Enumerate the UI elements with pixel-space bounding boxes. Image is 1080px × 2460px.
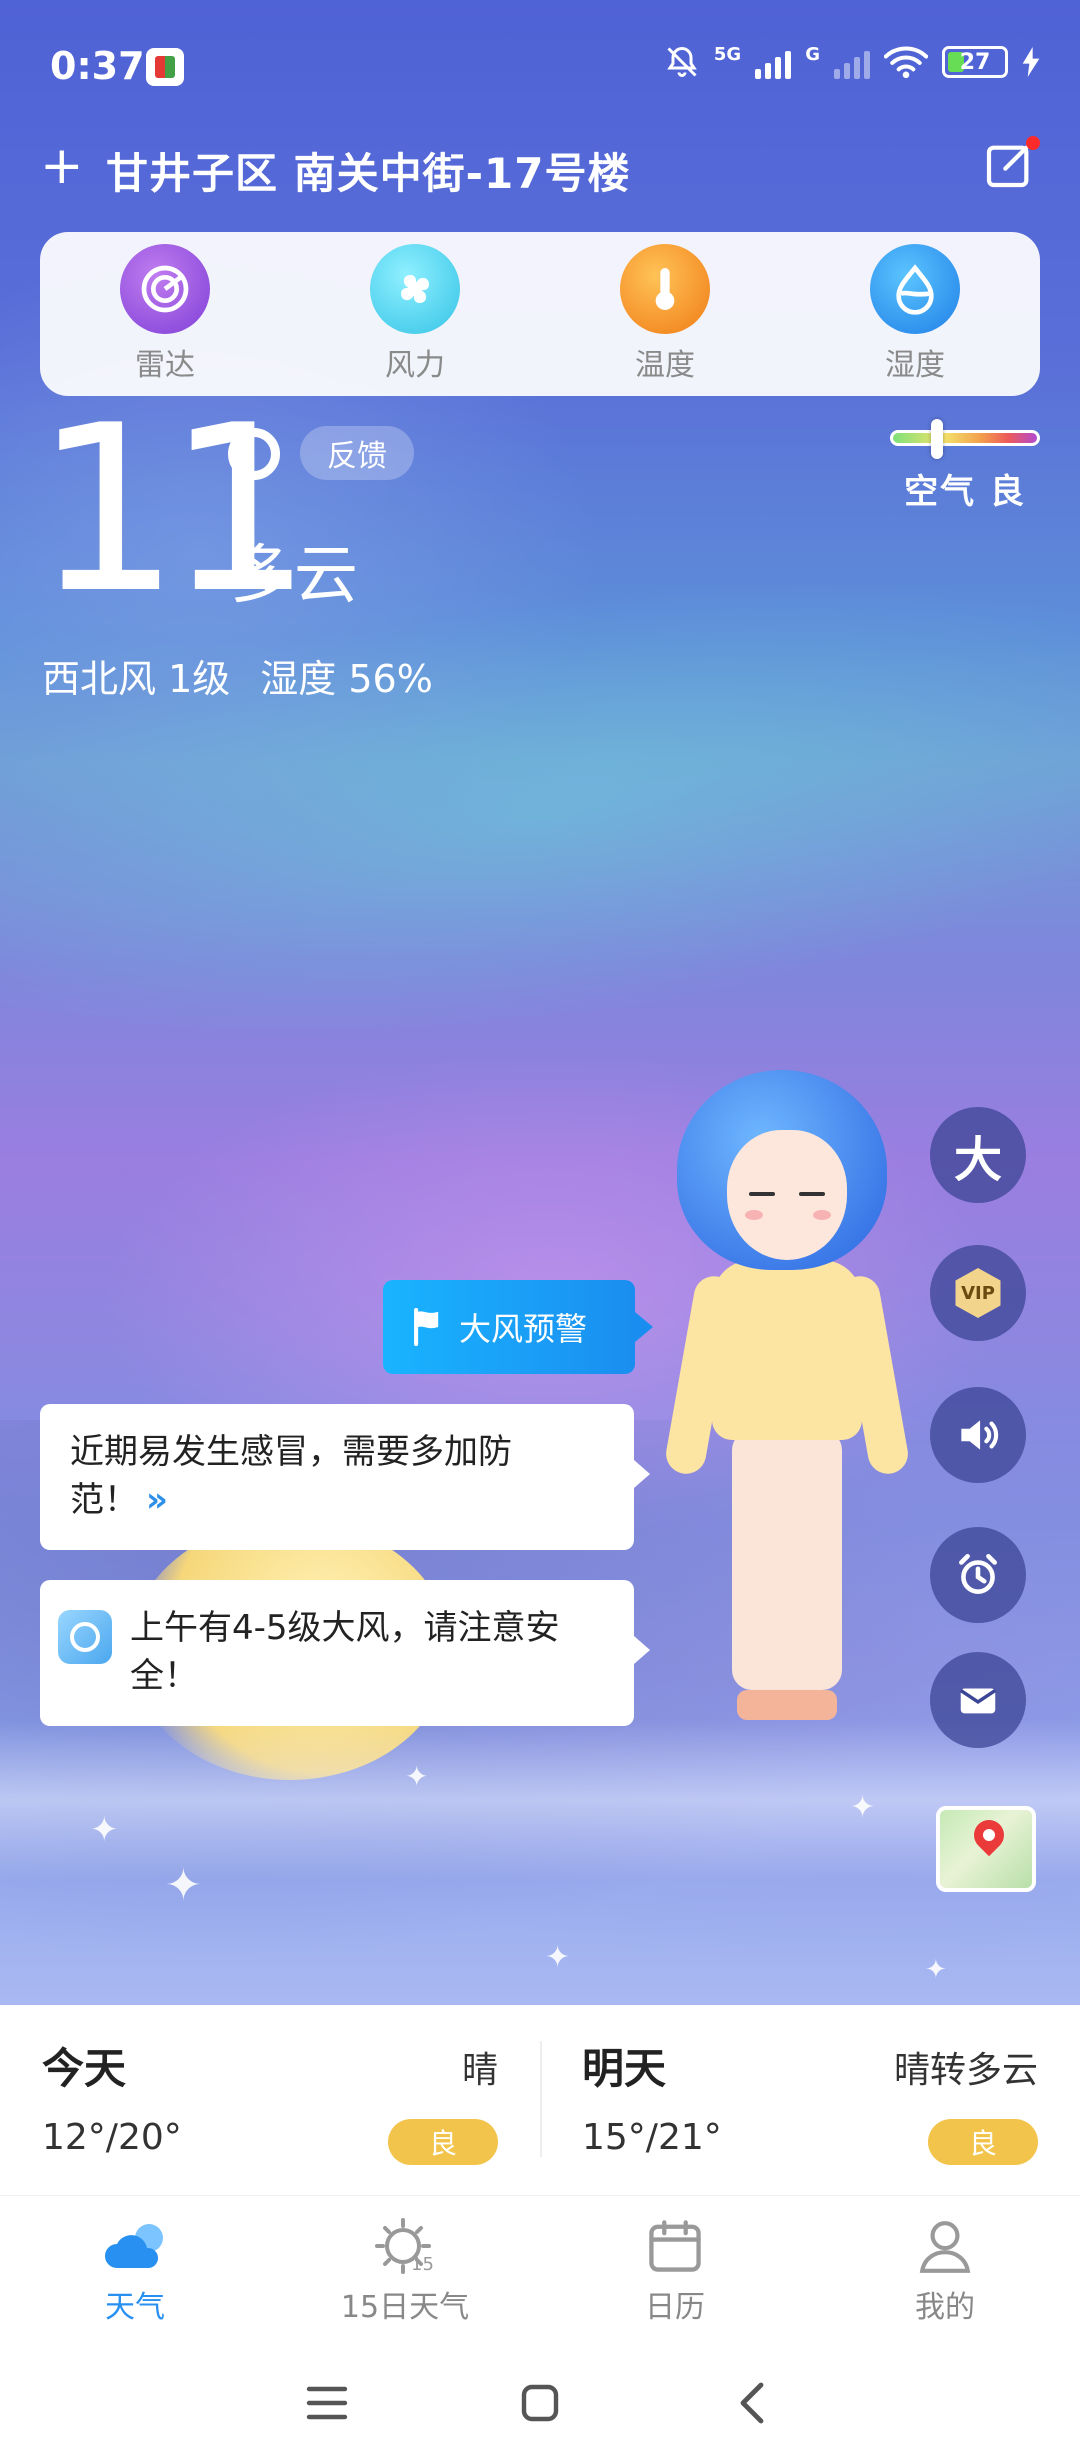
alarm-clock-icon: [959, 1553, 997, 1594]
alarm-button[interactable]: [930, 1527, 1026, 1623]
fan-icon: [370, 244, 460, 334]
map-button[interactable]: [936, 1806, 1036, 1892]
wind-warning-badge[interactable]: 大风预警: [383, 1280, 653, 1374]
day-name: 明天: [582, 2044, 667, 2093]
wind-alert-bubble[interactable]: 上午有4-5级大风，请注意安全！: [40, 1580, 650, 1726]
day-condition: 晴转多云: [893, 2050, 1038, 2091]
battery-icon: 27: [942, 46, 1008, 78]
vip-button[interactable]: VIP: [930, 1245, 1026, 1341]
cloud-band: [0, 1720, 1080, 1880]
tool-label: 风力: [385, 348, 445, 383]
cloud-icon: [100, 2216, 170, 2276]
mail-icon: [959, 1688, 997, 1714]
day-temperature: 12°/20°: [42, 2117, 182, 2158]
wind-info: 西北风 1级: [42, 657, 231, 701]
menu-icon[interactable]: [297, 2373, 357, 2433]
location-name[interactable]: 甘井子区 南关中街-17号楼: [106, 140, 631, 201]
avatar-character[interactable]: [662, 1070, 912, 1750]
alert-text: 上午有4-5级大风，请注意安全！: [130, 1608, 560, 1696]
signal-icon: [755, 45, 792, 79]
star-icon: ✦: [545, 1940, 571, 1975]
nav-label: 日历: [645, 2289, 705, 2325]
message-button[interactable]: [930, 1652, 1026, 1748]
tool-humidity[interactable]: 湿度: [825, 244, 1005, 384]
humidity-info: 湿度 56%: [260, 657, 433, 701]
nav-calendar[interactable]: 日历: [540, 2196, 810, 2345]
day-condition: 晴: [461, 2050, 498, 2091]
feedback-button[interactable]: 反馈: [300, 426, 414, 480]
radar-icon: [120, 244, 210, 334]
sun-15-icon: 15: [370, 2216, 440, 2276]
status-icons: 5G G 27: [664, 44, 1040, 80]
day-temperature: 15°/21°: [582, 2117, 722, 2158]
forecast-tomorrow[interactable]: 明天 晴转多云 15°/21° 良: [540, 2005, 1080, 2195]
aqi-badge: 良: [928, 2119, 1038, 2165]
wifi-icon: [884, 46, 928, 79]
speaker-icon: [961, 1420, 999, 1450]
thermometer-icon: [620, 244, 710, 334]
quick-tools-card: 雷达 风力 温度 湿度: [40, 232, 1040, 396]
nav-weather[interactable]: 天气: [0, 2196, 270, 2345]
bell-muted-icon: [667, 46, 697, 77]
voice-broadcast-button[interactable]: [930, 1387, 1026, 1483]
tool-wind[interactable]: 风力: [325, 244, 505, 384]
tool-label: 温度: [635, 348, 695, 383]
nav-label: 天气: [105, 2289, 165, 2325]
network-label-g: G: [805, 44, 820, 65]
nav-profile[interactable]: 我的: [810, 2196, 1080, 2345]
location-pin-icon: [967, 1813, 1011, 1857]
bottom-nav: 天气 15 15日天气 日历 我的: [0, 2195, 1080, 2345]
clock: 0:37: [50, 44, 145, 88]
notification-dot: [1026, 136, 1040, 150]
charging-icon: [1022, 47, 1040, 77]
plus-icon[interactable]: +: [40, 136, 84, 196]
weather-condition: 多云: [230, 539, 358, 613]
home-icon[interactable]: [510, 2373, 570, 2433]
chevron-double-right-icon[interactable]: »: [146, 1480, 168, 1520]
network-label-5g: 5G: [713, 44, 742, 65]
user-icon: [910, 2216, 980, 2276]
day-name: 今天: [42, 2044, 127, 2093]
location-header: + 甘井子区 南关中街-17号楼: [0, 130, 1080, 210]
tool-label: 湿度: [885, 348, 945, 383]
star-icon: ✦: [90, 1810, 119, 1850]
warning-label: 大风预警: [459, 1310, 588, 1348]
star-icon: ✦: [925, 1955, 947, 1985]
tool-radar[interactable]: 雷达: [75, 244, 255, 384]
app-notification-icon: [146, 48, 184, 86]
status-bar: 0:37 5G G 27: [0, 0, 1080, 130]
air-quality-scale: [890, 419, 1040, 459]
degree-symbol: [228, 428, 280, 480]
droplet-icon: [870, 244, 960, 334]
nav-15day[interactable]: 15 15日天气: [270, 2196, 540, 2345]
large-font-button[interactable]: 大: [930, 1107, 1026, 1203]
air-quality-indicator[interactable]: 空气 良: [890, 419, 1040, 513]
calendar-icon: [640, 2216, 710, 2276]
tool-temperature[interactable]: 温度: [575, 244, 755, 384]
back-icon[interactable]: [723, 2373, 783, 2433]
system-nav-bar: [0, 2345, 1080, 2460]
star-icon: ✦: [165, 1860, 202, 1911]
svg-text:15: 15: [411, 2254, 434, 2275]
nav-label: 15日天气: [340, 2289, 470, 2325]
nav-label: 我的: [915, 2289, 975, 2325]
aqi-badge: 良: [388, 2119, 498, 2165]
star-icon: ✦: [405, 1760, 429, 1793]
health-tip-bubble[interactable]: 近期易发生感冒，需要多加防范！»: [40, 1404, 650, 1550]
vip-icon: VIP: [955, 1268, 1001, 1318]
signal-icon: [834, 45, 870, 79]
wind-humidity-row: 西北风 1级 湿度 56%: [42, 648, 433, 703]
tip-text: 近期易发生感冒，需要多加防范！: [70, 1432, 512, 1520]
alert-app-icon: [58, 1610, 112, 1664]
star-icon: ✦: [850, 1790, 876, 1825]
flag-icon: [414, 1308, 439, 1346]
forecast-today[interactable]: 今天 晴 12°/20° 良: [0, 2005, 540, 2195]
air-quality-label: 空气 良: [904, 472, 1026, 512]
forecast-summary: 今天 晴 12°/20° 良 明天 晴转多云 15°/21° 良: [0, 2005, 1080, 2195]
